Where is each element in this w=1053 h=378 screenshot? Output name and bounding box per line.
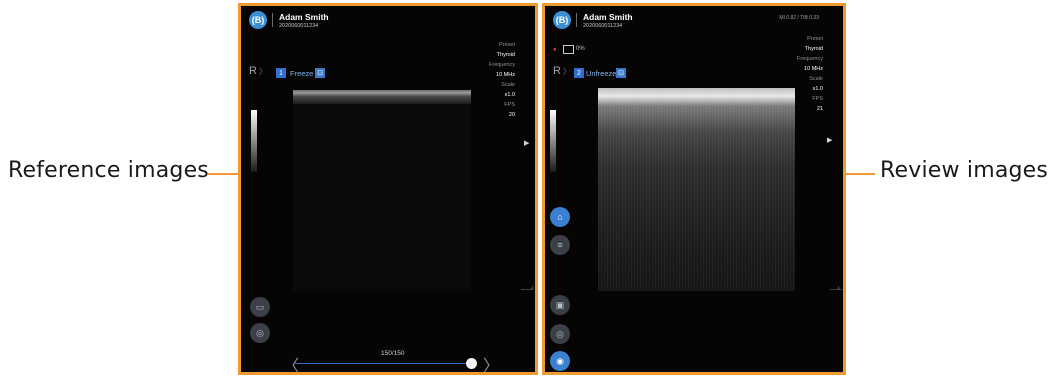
video-camera-icon[interactable]: ▣ [550,295,570,315]
depth-tick [830,289,842,290]
camera-icon[interactable]: ◎ [550,324,570,344]
param-frequency-key: Frequency [489,62,515,68]
grayscale-bar [251,110,257,172]
near-field-band [293,90,471,104]
image-number-badge[interactable]: 1 [276,68,286,78]
patient-name: Adam Smith [279,12,329,22]
grayscale-bar [550,110,556,172]
param-preset-value: Thyroid [496,52,515,58]
cine-slider-track[interactable] [295,363,475,364]
orientation-r-label: R [249,65,257,77]
camera-icon[interactable]: ◎ [250,323,270,343]
depth-label: 4 [531,286,534,292]
param-frequency-value: 10 MHz [804,66,823,72]
param-scale-key: Scale [501,82,515,88]
reference-connector-line [208,173,242,175]
image-number-badge[interactable]: 2 [574,68,584,78]
chevron-right-icon: 〉 [562,67,571,76]
param-scale-key: Scale [809,76,823,82]
review-ultrasound-image[interactable] [598,88,795,291]
review-images-label: Review images [880,158,1049,183]
recording-percent: 0% [576,46,585,52]
orientation-r-label: R [553,65,561,77]
acoustic-output-info: MI 0.82 / TIB 0.33 [779,15,819,21]
menu-icon[interactable]: ≡ [550,235,570,255]
param-preset-key: Preset [807,36,823,42]
recording-indicator-icon: ● [553,47,557,53]
reference-image-panel: (B) Adam Smith 2020060011234 Preset Thyr… [238,3,538,375]
orientation-r-button[interactable]: R 〉 [553,65,571,77]
chevron-right-icon[interactable]: 〉 [483,352,499,372]
param-preset-value: Thyroid [804,46,823,52]
param-frequency-value: 10 MHz [496,72,515,78]
app-logo-icon[interactable]: (B) [249,11,267,29]
lock-icon[interactable]: ⊡ [616,68,626,78]
caliper-icon[interactable]: ▭ [250,297,270,317]
orientation-r-button[interactable]: R 〉 [249,65,267,77]
param-frequency-key: Frequency [797,56,823,62]
storage-box-icon [563,45,574,54]
cine-slider-knob[interactable] [466,358,477,369]
param-preset-key: Preset [499,42,515,48]
review-image-panel: (B) Adam Smith 2020060011234 MI 0.82 / T… [542,3,846,375]
param-fps-value: 20 [508,112,515,118]
capture-icon[interactable]: ◉ [550,351,570,371]
param-fps-key: FPS [812,96,823,102]
header-divider [272,13,273,27]
patient-name: Adam Smith [583,12,633,22]
chevron-right-icon: 〉 [258,67,267,76]
patient-id: 2020060011234 [583,23,623,29]
focus-marker-icon[interactable]: ▶ [524,139,529,147]
depth-label: 4 [837,286,840,292]
param-scale-value: x1.0 [812,86,823,92]
freeze-status-label[interactable]: Unfreeze [586,69,616,78]
param-fps-key: FPS [504,102,515,108]
param-scale-value: x1.0 [504,92,515,98]
focus-marker-icon[interactable]: ▶ [827,136,832,144]
app-logo-icon[interactable]: (B) [553,11,571,29]
frame-counter: 150/150 [381,350,405,357]
probe-icon[interactable]: ⌂ [550,207,570,227]
header-divider [576,13,577,27]
lock-icon[interactable]: ⊡ [315,68,325,78]
patient-id: 2020060011234 [279,23,319,29]
speckle-texture [598,88,795,291]
param-fps-value: 21 [816,106,823,112]
reference-ultrasound-image[interactable] [293,90,471,291]
reference-images-label: Reference images [8,158,209,183]
review-connector-line [845,173,875,175]
freeze-status-label[interactable]: Freeze [290,69,313,78]
